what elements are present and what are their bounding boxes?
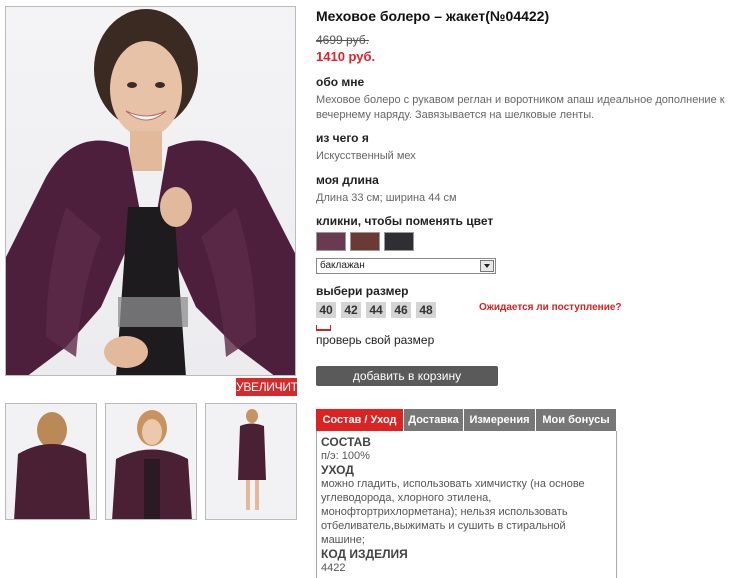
zoom-button[interactable]: УВЕЛИЧИТЬ	[236, 378, 306, 396]
length-heading: моя длина	[316, 173, 379, 187]
size-option-48[interactable]: 48	[416, 302, 436, 318]
size-option-42[interactable]: 42	[341, 302, 361, 318]
color-select-value: баклажан	[320, 260, 365, 271]
product-title: Меховое болеро – жакет(№04422)	[316, 8, 550, 24]
tab-panel: СОСТАВ п/э: 100% УХОД можно гладить, исп…	[316, 431, 617, 578]
chevron-down-icon[interactable]	[480, 260, 494, 272]
size-check-link[interactable]: проверь свой размер	[316, 333, 434, 347]
model-illustration	[6, 9, 295, 375]
care-text: можно гладить, использовать химчистку (н…	[321, 478, 585, 546]
color-select[interactable]: баклажан	[316, 258, 496, 274]
thumbnail-front-image	[112, 410, 192, 519]
thumbnail-back-image	[14, 412, 90, 519]
add-to-cart-button[interactable]: добавить в корзину	[316, 366, 498, 386]
color-swatch-brown[interactable]	[350, 232, 380, 251]
ruler-icon	[316, 325, 331, 331]
thumbnail-front-view[interactable]	[105, 403, 197, 520]
color-swatch-eggplant[interactable]	[316, 232, 346, 251]
size-option-46[interactable]: 46	[391, 302, 411, 318]
code-heading: КОД ИЗДЕЛИЯ	[321, 547, 408, 561]
old-price: 4699 руб.	[316, 33, 369, 47]
info-tabs: Состав / Уход Доставка Измерения Мои бон…	[316, 409, 617, 431]
product-main-photo[interactable]	[5, 6, 296, 376]
tab-bonuses[interactable]: Мои бонусы	[536, 409, 617, 431]
size-heading: выбери размер	[316, 284, 409, 298]
about-heading: обо мне	[316, 75, 365, 89]
material-text: Искусственный мех	[316, 150, 416, 162]
composition-heading: СОСТАВ	[321, 435, 371, 449]
thumbnail-full-image	[238, 409, 266, 510]
composition-text: п/э: 100%	[321, 450, 370, 462]
about-text: Меховое болеро с рукавом реглан и воротн…	[316, 94, 725, 121]
length-text: Длина 33 см; ширина 44 см	[316, 192, 457, 204]
color-swatch-black[interactable]	[384, 232, 414, 251]
care-heading: УХОД	[321, 463, 354, 477]
color-heading: кликни, чтобы поменять цвет	[316, 214, 494, 228]
material-heading: из чего я	[316, 131, 369, 145]
tab-composition-care[interactable]: Состав / Уход	[316, 409, 404, 431]
thumbnail-back-view[interactable]	[5, 403, 97, 520]
thumbnail-full-length[interactable]	[205, 403, 297, 520]
size-option-40[interactable]: 40	[316, 302, 336, 318]
tab-measurements[interactable]: Измерения	[464, 409, 536, 431]
await-stock-link[interactable]: Ожидается ли поступление?	[479, 302, 622, 313]
code-value: 4422	[321, 562, 346, 574]
tab-delivery[interactable]: Доставка	[404, 409, 464, 431]
size-option-44[interactable]: 44	[366, 302, 386, 318]
new-price: 1410 руб.	[316, 49, 376, 64]
